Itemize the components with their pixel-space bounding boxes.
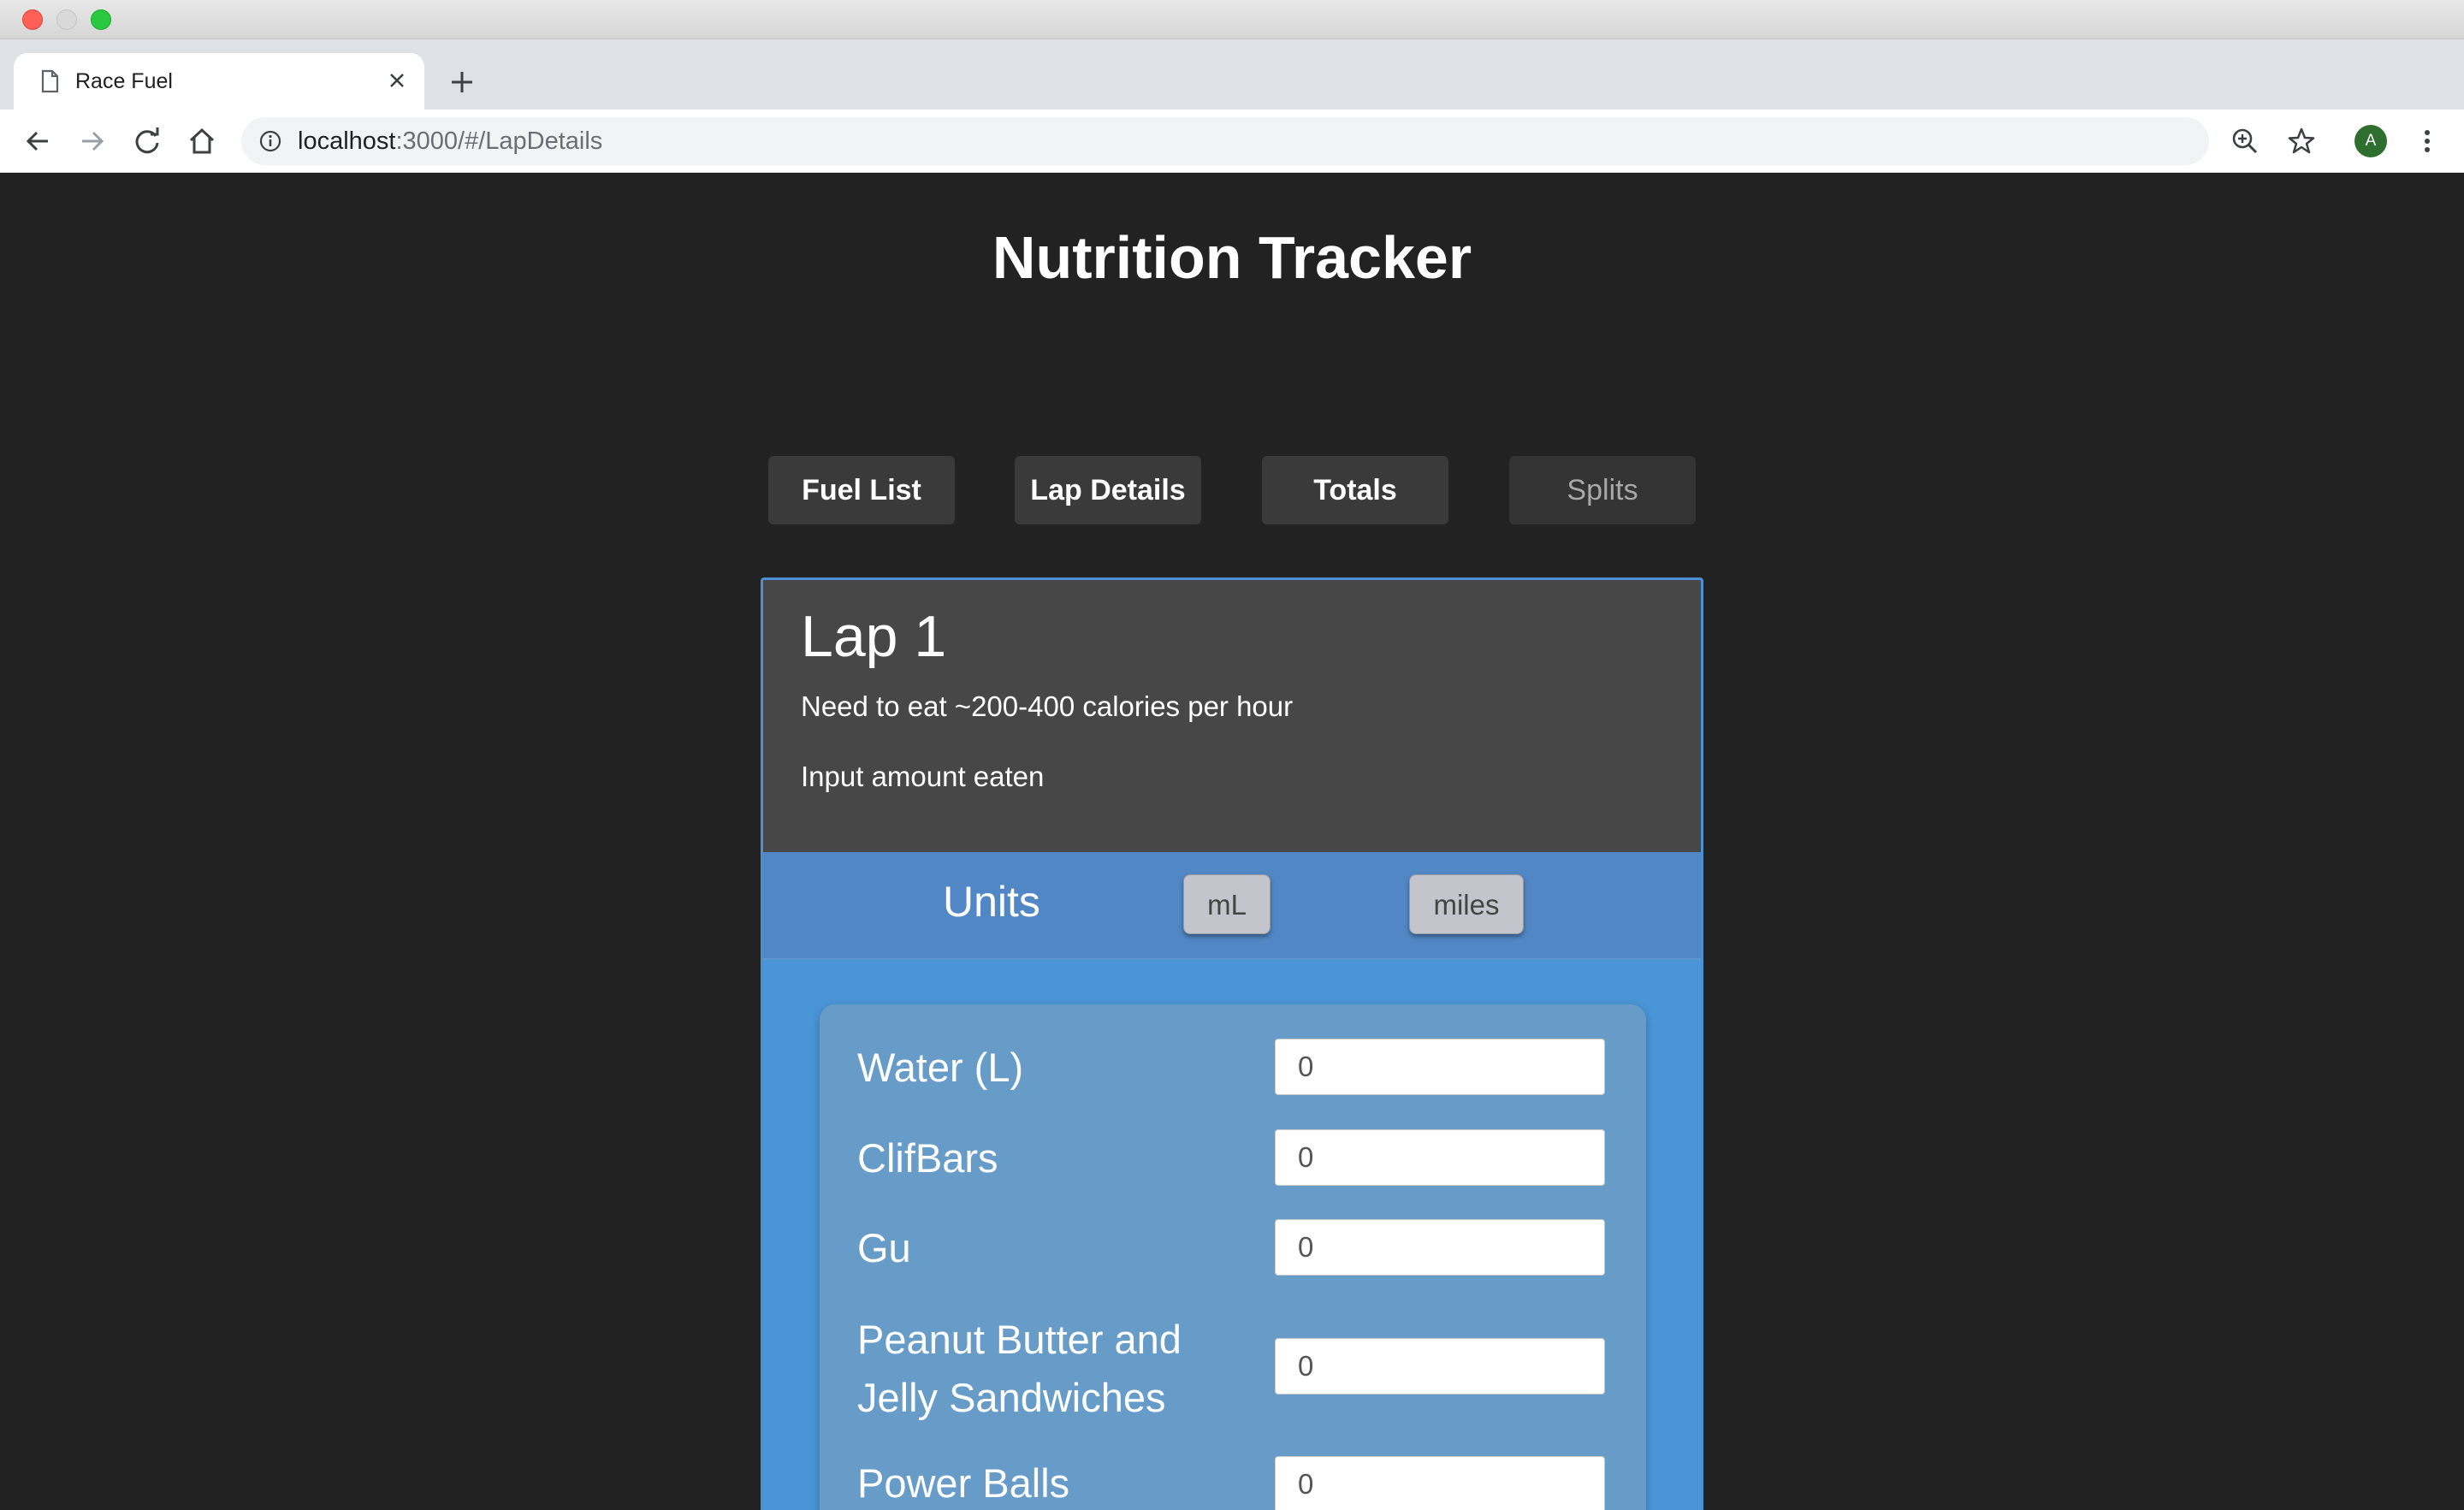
star-icon[interactable] — [2286, 126, 2317, 157]
totals-button[interactable]: Totals — [1262, 456, 1448, 524]
maximize-window-button[interactable] — [91, 9, 111, 30]
lap-details-button[interactable]: Lap Details — [1015, 456, 1201, 524]
input-instruction: Input amount eaten — [801, 761, 1045, 792]
forward-arrow-icon[interactable] — [75, 124, 110, 158]
clifbars-input[interactable] — [1275, 1129, 1605, 1186]
ml-unit-button[interactable]: mL — [1183, 874, 1270, 934]
water-input[interactable] — [1275, 1039, 1605, 1095]
lap-card: Lap 1 Need to eat ~200-400 calories per … — [761, 577, 1703, 1510]
fuel-label-gu: Gu — [857, 1225, 911, 1270]
fuel-list-button[interactable]: Fuel List — [768, 456, 955, 524]
url-text: localhost:3000/#/LapDetails — [298, 128, 602, 154]
calorie-guidance: Need to eat ~200-400 calories per hour — [801, 690, 1294, 722]
fuel-label-water: Water (L) — [857, 1045, 1024, 1090]
avatar[interactable]: A — [2354, 125, 2387, 157]
address-bar[interactable]: localhost:3000/#/LapDetails — [241, 117, 2209, 165]
power-balls-input[interactable] — [1275, 1456, 1605, 1510]
home-icon[interactable] — [185, 124, 219, 158]
browser-toolbar: localhost:3000/#/LapDetails A — [0, 110, 2464, 173]
page-content: Nutrition Tracker Fuel List Lap Details … — [0, 174, 2464, 1510]
plus-icon[interactable] — [445, 65, 479, 99]
close-icon[interactable] — [383, 67, 411, 94]
back-arrow-icon[interactable] — [21, 124, 55, 158]
close-window-button[interactable] — [22, 9, 43, 30]
fuel-label-pbj: Peanut Butter and Jelly Sandwiches — [857, 1317, 1182, 1420]
url-host: localhost — [298, 127, 396, 155]
units-bar: Units mL miles — [763, 852, 1701, 960]
minimize-window-button[interactable] — [56, 9, 77, 30]
zoom-icon[interactable] — [2230, 126, 2260, 157]
reload-icon[interactable] — [130, 124, 164, 158]
page-title: Nutrition Tracker — [992, 224, 1472, 291]
miles-unit-button[interactable]: miles — [1409, 874, 1524, 934]
menu-dots-icon[interactable] — [2414, 126, 2440, 157]
fuel-label-powerballs: Power Balls — [857, 1460, 1070, 1506]
pbj-input[interactable] — [1275, 1338, 1605, 1395]
tab-title: Race Fuel — [75, 69, 173, 93]
splits-button[interactable]: Splits — [1509, 456, 1696, 524]
info-icon[interactable] — [258, 129, 282, 153]
browser-tab[interactable]: Race Fuel — [14, 53, 424, 110]
fuel-label-clifbars: ClifBars — [857, 1135, 998, 1181]
lap-title: Lap 1 — [801, 604, 947, 669]
page-icon — [38, 68, 62, 94]
tab-strip: Race Fuel — [0, 39, 2464, 110]
units-label: Units — [943, 878, 1040, 926]
url-path: :3000/#/LapDetails — [395, 127, 603, 155]
fuel-input-panel: Water (L) ClifBars Gu Peanut Butter and … — [820, 1004, 1646, 1510]
window-titlebar — [0, 0, 2464, 39]
lap-header: Lap 1 Need to eat ~200-400 calories per … — [763, 580, 1701, 852]
gu-input[interactable] — [1275, 1219, 1605, 1276]
